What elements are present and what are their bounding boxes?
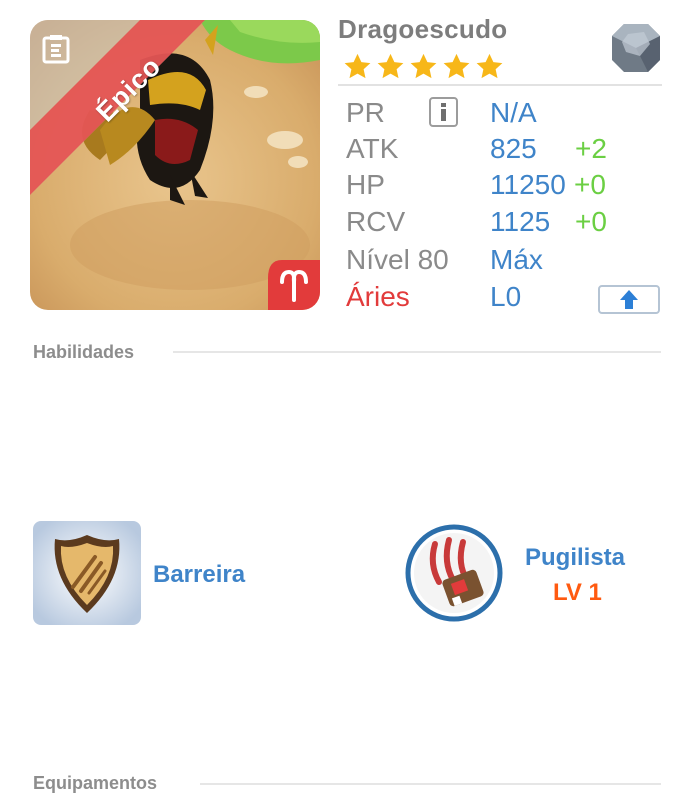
stat-value-pr: N/A: [490, 97, 537, 128]
stat-value-atk: 825: [490, 133, 537, 164]
stat-bonus-rcv: +0: [575, 206, 607, 237]
shield-icon: [33, 521, 141, 625]
stat-value-sign-level: L0: [490, 281, 522, 312]
skills-section-title: Habilidades: [33, 342, 135, 362]
evolution-icon: [42, 35, 70, 64]
star-rating: [342, 52, 505, 82]
skill-level-pugilista: LV 1: [553, 579, 602, 606]
stat-bonus-atk: +2: [575, 133, 607, 164]
skill-name-pugilista: Pugilista: [525, 544, 626, 571]
stat-label-atk: ATK: [346, 133, 399, 164]
star-icon: [476, 53, 503, 79]
stat-value-rcv: 1125: [490, 206, 551, 237]
star-icon: [443, 53, 470, 79]
skills-section-divider: [173, 351, 661, 353]
skill-pugilista[interactable]: [405, 524, 503, 622]
stat-value-level: Máx: [490, 244, 543, 275]
stat-label-sign: Áries: [346, 281, 410, 312]
skill-barreira[interactable]: [33, 521, 141, 625]
aries-icon: [268, 260, 320, 310]
stat-value-hp: 11250: [490, 169, 566, 200]
upgrade-sign-button[interactable]: [598, 285, 660, 314]
skill-name-barreira: Barreira: [153, 561, 246, 588]
info-icon: [441, 103, 446, 121]
claw-icon: [405, 524, 503, 622]
up-arrow-icon: [620, 290, 638, 309]
header-divider: [338, 84, 662, 86]
equipment-section-divider: [200, 783, 661, 785]
gray-stone-element-icon: [612, 24, 660, 72]
stat-label-pr: PR: [346, 97, 385, 128]
info-button[interactable]: [429, 97, 458, 127]
monster-portrait[interactable]: Épico: [30, 20, 320, 310]
stat-label-hp: HP: [346, 169, 385, 200]
star-icon: [410, 53, 437, 79]
monster-name: Dragoescudo: [338, 14, 508, 44]
stat-label-rcv: RCV: [346, 206, 406, 237]
equipment-section-title: Equipamentos: [33, 773, 158, 793]
star-icon: [377, 53, 404, 79]
stat-label-level: Nível 80: [346, 244, 449, 275]
stat-bonus-hp: +0: [574, 169, 606, 200]
star-icon: [344, 53, 371, 79]
